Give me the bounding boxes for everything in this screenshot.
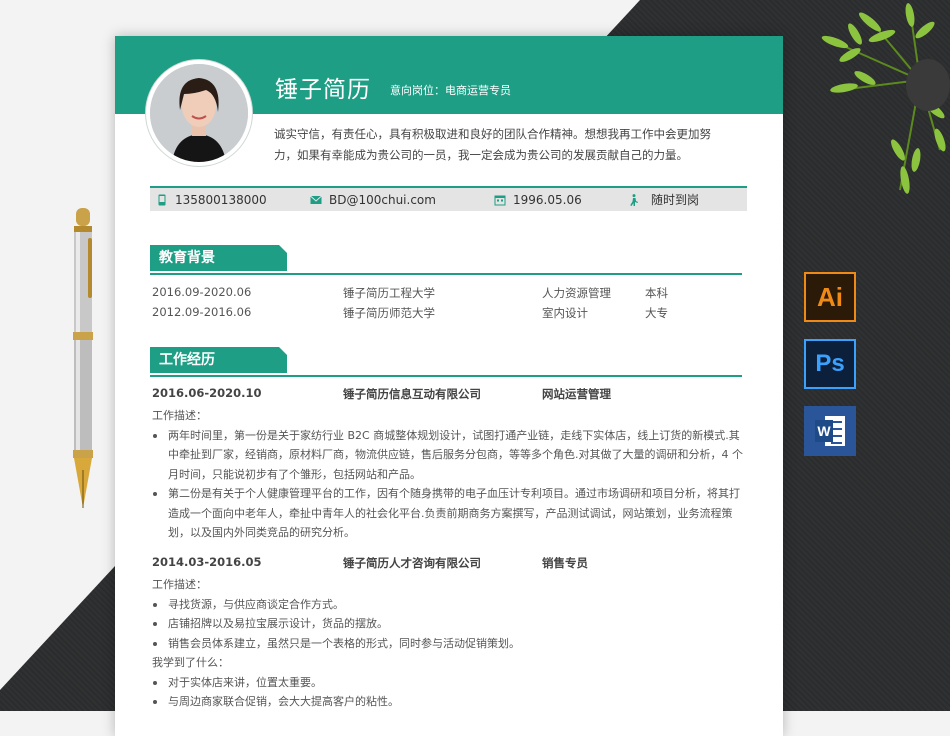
phone-text: 135800138000 <box>175 192 267 207</box>
contact-availability: 随时到岗 <box>628 188 699 211</box>
email-text: BD@100chui.com <box>329 192 436 207</box>
education-title: 教育背景 <box>150 245 287 271</box>
person-photo <box>150 64 248 162</box>
list-item: 与周边商家联合促销，会大大提高客户的粘性。 <box>152 692 746 712</box>
job-period: 2016.06-2020.10 <box>152 386 262 400</box>
contact-bar: 135800138000 BD@100chui.com 1996.05.06 随… <box>150 186 747 211</box>
education-section-header: 教育背景 <box>150 245 742 275</box>
job-position: 销售专员 <box>542 556 588 570</box>
walking-person-icon <box>630 193 638 206</box>
contact-birth: 1996.05.06 <box>494 188 582 211</box>
photoshop-icon: Ps <box>804 339 856 389</box>
edu-degree: 本科 <box>645 286 668 300</box>
avatar <box>146 60 252 166</box>
job-entry: 2014.03-2016.05 锤子简历人才咨询有限公司 销售专员 工作描述： … <box>152 555 746 712</box>
list-item: 两年时间里，第一份是关于家纺行业 B2C 商城整体规划设计，试图打通产业链，走线… <box>152 426 746 485</box>
availability-text: 随时到岗 <box>651 193 700 207</box>
contact-phone: 135800138000 <box>156 188 267 211</box>
list-item: 寻找货源，与供应商谈定合作方式。 <box>152 595 746 615</box>
illustrator-icon: Ai <box>804 272 856 322</box>
contact-email: BD@100chui.com <box>310 188 436 211</box>
edu-major: 室内设计 <box>542 306 588 320</box>
job-period: 2014.03-2016.05 <box>152 555 262 569</box>
job-company: 锤子简历信息互动有限公司 <box>343 387 481 401</box>
edu-major: 人力资源管理 <box>542 286 611 300</box>
edu-school: 锤子简历工程大学 <box>343 286 435 300</box>
job-company: 锤子简历人才咨询有限公司 <box>343 556 481 570</box>
list-item: 第二份是有关于个人健康管理平台的工作，因有个随身携带的电子血压计专利项目。通过市… <box>152 484 746 543</box>
job-entry: 2016.06-2020.10 锤子简历信息互动有限公司 网站运营管理 工作描述… <box>152 386 746 543</box>
edu-school: 锤子简历师范大学 <box>343 306 435 320</box>
mail-icon <box>310 195 322 204</box>
self-summary: 诚实守信，有责任心，具有积极取进和良好的团队合作精神。想想我再工作中会更加努力，… <box>274 127 711 162</box>
resume-paper: 锤子简历 意向岗位：电商运营专员 诚实守信，有责任心，具有积极取进和良好的团队合… <box>115 36 783 736</box>
edu-period: 2016.09-2020.06 <box>152 285 252 299</box>
calendar-icon <box>494 195 506 205</box>
resume-name: 锤子简历 <box>275 77 371 103</box>
work-title: 工作经历 <box>150 347 287 373</box>
word-icon: W <box>804 406 856 456</box>
pen-decoration <box>73 208 93 508</box>
job-desc-label: 工作描述： <box>152 578 207 591</box>
birth-text: 1996.05.06 <box>513 192 582 207</box>
job-intent: 意向岗位：电商运营专员 <box>390 84 511 97</box>
job-desc-label: 工作描述： <box>152 409 207 422</box>
phone-icon <box>158 194 166 205</box>
edu-degree: 大专 <box>645 306 668 320</box>
edu-period: 2012.09-2016.06 <box>152 305 252 319</box>
list-item: 店铺招牌以及易拉宝展示设计，货品的摆放。 <box>152 614 746 634</box>
job-learned-label: 我学到了什么： <box>152 656 229 669</box>
job-position: 网站运营管理 <box>542 387 611 401</box>
list-item: 对于实体店来讲，位置太重要。 <box>152 673 746 693</box>
work-section-header: 工作经历 <box>150 347 742 377</box>
list-item: 销售会员体系建立，虽然只是一个表格的形式，同时参与活动促销策划。 <box>152 634 746 654</box>
plant-decoration <box>821 3 950 194</box>
